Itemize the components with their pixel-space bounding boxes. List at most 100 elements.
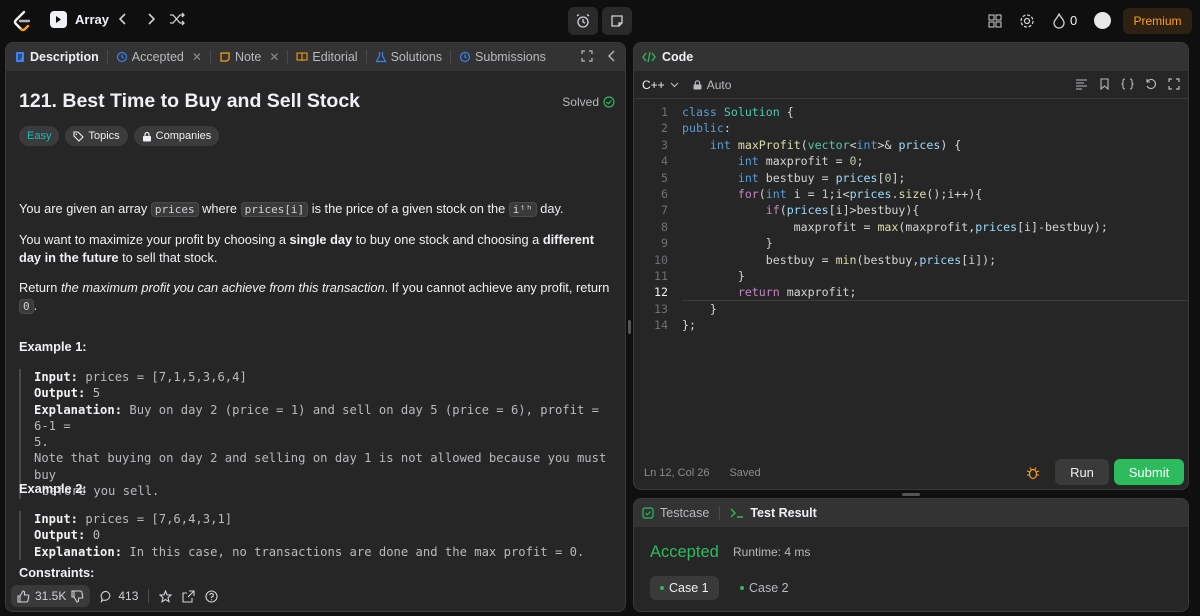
pass-dot <box>740 586 744 590</box>
horizontal-resize-handle[interactable] <box>902 493 920 496</box>
problem-description: 121. Best Time to Buy and Sell Stock Sol… <box>6 71 625 583</box>
close-tab-icon[interactable]: ✕ <box>192 50 202 64</box>
code-line: 9 } <box>661 236 773 251</box>
code-line: 13 } <box>654 301 717 316</box>
case-1-tab[interactable]: Case 1 <box>650 576 719 600</box>
code-line: 4 int maxprofit = 0; <box>661 154 864 169</box>
editor-actions <box>1075 78 1180 90</box>
code-line: 14}; <box>654 318 696 333</box>
code-line: 11 } <box>654 268 745 283</box>
submit-button[interactable]: Submit <box>1114 459 1184 485</box>
companies-button[interactable]: Companies <box>133 126 220 146</box>
tab-submissions[interactable]: Submissions <box>451 43 554 71</box>
tab-testcase[interactable]: Testcase <box>642 506 709 520</box>
alarm-clock-icon <box>576 13 590 28</box>
fullscreen-icon[interactable] <box>1168 78 1180 90</box>
comments-button[interactable]: 413 <box>100 589 138 603</box>
example-2-heading: Example 2: <box>19 481 87 496</box>
code-line: 8 maxprofit = max(maxprofit,prices[i]-be… <box>661 219 1108 234</box>
code-line: 6 for(int i = 1;i<prices.size();i++){ <box>661 186 983 201</box>
thumbs-down-icon[interactable] <box>71 589 84 603</box>
reset-icon[interactable] <box>1145 78 1157 90</box>
top-nav: Array 0 Premium <box>0 0 1200 42</box>
example-1-block: Input: prices = [7,1,5,3,6,4] Output: 5 … <box>19 369 615 500</box>
prev-problem-icon[interactable] <box>118 12 128 29</box>
pass-dot <box>660 586 664 590</box>
next-problem-icon[interactable] <box>146 12 156 29</box>
tab-description[interactable]: Description <box>6 43 107 71</box>
chevron-down-icon <box>670 82 679 87</box>
code-line: 7 if(prices[i]>bestbuy){ <box>661 203 920 218</box>
vertical-resize-handle[interactable] <box>628 320 631 334</box>
leetcode-logo-icon[interactable] <box>12 10 32 32</box>
timer-button[interactable] <box>568 7 598 35</box>
problem-title[interactable]: 121. Best Time to Buy and Sell Stock <box>19 90 360 113</box>
topics-button[interactable]: Topics <box>65 126 128 146</box>
center-toolbar <box>568 7 632 35</box>
braces-icon[interactable] <box>1121 78 1134 90</box>
bookmark-icon[interactable] <box>1099 78 1110 90</box>
user-avatar[interactable] <box>1094 12 1111 29</box>
problem-badges: Easy Topics Companies <box>19 126 220 146</box>
code-line: 3 int maxProfit(vector<int>& prices) { <box>661 137 962 152</box>
list-icon <box>50 11 67 28</box>
share-icon[interactable] <box>182 589 195 603</box>
note-icon <box>220 52 230 62</box>
debugger-bug-icon[interactable] <box>1026 466 1040 480</box>
tab-test-result[interactable]: Test Result <box>730 506 817 520</box>
history-icon <box>116 51 127 63</box>
case-2-tab[interactable]: Case 2 <box>730 576 799 600</box>
checkbox-icon <box>642 507 654 519</box>
code-line: 5 int bestbuy = prices[0]; <box>661 170 906 185</box>
shuffle-icon[interactable] <box>169 12 185 29</box>
notes-button[interactable] <box>602 7 632 35</box>
tab-accepted[interactable]: Accepted ✕ <box>108 43 210 71</box>
note-icon <box>611 15 623 27</box>
star-icon[interactable] <box>159 589 173 603</box>
flask-icon <box>375 52 387 63</box>
runtime-text: Runtime: 4 ms <box>733 545 811 559</box>
auto-mode[interactable]: Auto <box>693 78 731 92</box>
code-header: Code <box>634 43 1188 71</box>
test-tab-bar: Testcase Test Result <box>634 499 1188 527</box>
tab-note[interactable]: Note ✕ <box>211 43 287 71</box>
code-line: 10 bestbuy = min(bestbuy,prices[i]); <box>654 252 997 267</box>
code-brackets-icon <box>642 51 656 63</box>
layout-grid-icon[interactable] <box>987 13 1003 29</box>
editor-toolbar: C++ Auto <box>634 71 1188 99</box>
save-status: Saved <box>729 467 761 479</box>
code-line: 2 public: <box>661 121 731 136</box>
code-panel: Code C++ Auto 1 class Solution { 2 public:… <box>633 42 1189 490</box>
help-icon[interactable] <box>205 589 218 603</box>
problem-list-button[interactable]: Array <box>50 11 109 28</box>
description-paragraph: You are given an array prices where pric… <box>19 201 564 217</box>
streak-flame-icon[interactable] <box>1051 13 1067 29</box>
collapse-chevron-icon[interactable] <box>607 50 617 62</box>
tab-editorial[interactable]: Editorial <box>288 43 365 71</box>
difficulty-badge: Easy <box>19 126 60 146</box>
description-panel: Description Accepted ✕ Note ✕ Editorial … <box>5 42 626 612</box>
left-tab-bar: Description Accepted ✕ Note ✕ Editorial … <box>6 43 625 71</box>
check-circle-icon <box>603 96 615 108</box>
close-tab-icon[interactable]: ✕ <box>269 50 279 64</box>
settings-gear-icon[interactable] <box>1019 13 1035 29</box>
description-footer: 31.5K 413 <box>6 581 625 611</box>
test-panel: Testcase Test Result Accepted Runtime: 4… <box>633 498 1189 612</box>
tab-solutions[interactable]: Solutions <box>367 43 450 71</box>
run-button[interactable]: Run <box>1055 459 1109 485</box>
like-button[interactable]: 31.5K <box>11 585 91 607</box>
language-select[interactable]: C++ <box>642 78 679 92</box>
lock-icon <box>142 131 151 141</box>
premium-button[interactable]: Premium <box>1123 8 1192 34</box>
description-paragraph: Return the maximum profit you can achiev… <box>19 280 610 314</box>
lock-icon <box>693 79 702 89</box>
streak-count: 0 <box>1070 13 1078 28</box>
format-lines-icon[interactable] <box>1075 78 1088 90</box>
code-editor[interactable]: 1 class Solution { 2 public: 3 int maxProf… <box>634 105 1188 334</box>
history-icon <box>459 51 471 63</box>
example-1-heading: Example 1: <box>19 339 87 354</box>
code-title: Code <box>662 50 694 64</box>
maximize-icon[interactable] <box>581 50 593 62</box>
code-line-current: 12 return maxprofit; <box>634 285 1188 302</box>
description-paragraph: You want to maximize your profit by choo… <box>19 232 595 265</box>
